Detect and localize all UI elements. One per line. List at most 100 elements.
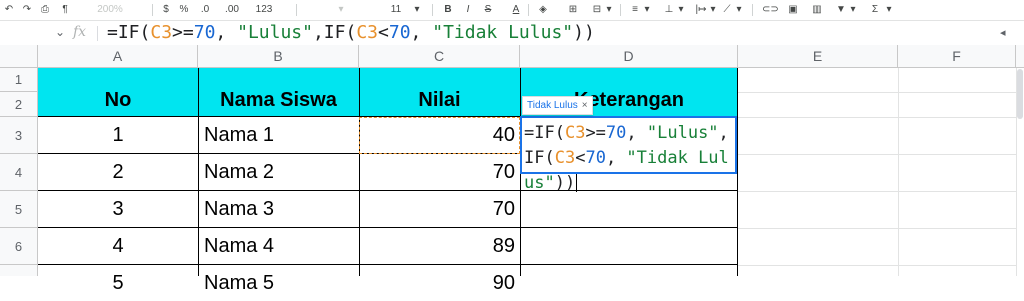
header-nama-siswa: Nama Siswa xyxy=(220,89,337,111)
column-header-d[interactable]: D xyxy=(520,45,738,68)
scrollbar-track[interactable] xyxy=(1016,45,1024,68)
italic-button[interactable]: I xyxy=(462,2,474,18)
text-rotation-chevron-icon[interactable]: ▾ xyxy=(734,2,744,18)
text-color-button[interactable]: A xyxy=(510,2,522,18)
decrease-decimal-button[interactable]: .0 xyxy=(196,2,214,18)
font-family-select[interactable]: ▾ xyxy=(316,2,366,18)
select-all-corner[interactable] xyxy=(0,45,38,68)
insert-link-icon[interactable]: ⊂⊃ xyxy=(762,2,779,18)
formula-token: , xyxy=(410,22,433,43)
formula-token: C3 xyxy=(564,123,586,143)
formula-token: 70 xyxy=(193,22,216,43)
bold-button[interactable]: B xyxy=(442,2,454,18)
formula-token: , xyxy=(626,123,647,143)
cell-a4[interactable]: 2 xyxy=(38,154,198,190)
cell-a3[interactable]: 1 xyxy=(38,117,198,153)
column-header-f[interactable]: F xyxy=(898,45,1016,68)
formula-input[interactable]: =IF(C3>=70, "Lulus",IF(C3<70, "Tidak Lul… xyxy=(107,22,595,44)
text-wrapping-icon[interactable]: |↦ xyxy=(694,2,708,18)
cell-b7[interactable]: Nama 5 xyxy=(204,265,354,301)
cell-a5[interactable]: 3 xyxy=(38,191,198,227)
toolbar-divider xyxy=(432,4,433,16)
merge-cells-icon[interactable]: ⊟ xyxy=(590,2,604,18)
horizontal-align-icon[interactable]: ≡ xyxy=(628,2,642,18)
column-header-c[interactable]: C xyxy=(359,45,520,68)
cell-b5[interactable]: Nama 3 xyxy=(204,191,354,227)
formula-token: C3 xyxy=(150,22,173,43)
number-format-select[interactable]: 123 xyxy=(250,2,278,18)
cell-c7[interactable]: 90 xyxy=(359,265,515,301)
print-icon[interactable]: ⎙ xyxy=(38,2,52,18)
cell-editor-d3[interactable]: =IF(C3>=70, "Lulus",IF(C3<70, "Tidak Lul… xyxy=(520,116,737,193)
percent-button[interactable]: % xyxy=(178,2,190,18)
row-header-6[interactable]: 6 xyxy=(0,228,38,265)
filter-icon[interactable]: ▼ xyxy=(834,2,848,18)
vertical-align-icon[interactable]: ⊥ xyxy=(662,2,676,18)
formula-token: )) xyxy=(554,173,576,193)
row-header-7[interactable] xyxy=(0,265,38,276)
cell-a7[interactable]: 5 xyxy=(38,265,198,301)
paint-format-icon[interactable]: ¶ xyxy=(58,2,72,18)
font-size-chevron-icon[interactable]: ▾ xyxy=(412,2,422,18)
vertical-scrollbar-thumb[interactable] xyxy=(1017,69,1023,119)
formula-token: 70 xyxy=(388,22,411,43)
row-header-1[interactable]: 1 xyxy=(0,68,38,92)
font-size-select[interactable]: 11 xyxy=(386,2,406,18)
cell-c4[interactable]: 70 xyxy=(359,154,515,190)
row-header-2[interactable]: 2 xyxy=(0,92,38,117)
insert-comment-icon[interactable]: ▣ xyxy=(786,2,800,18)
row-header-5[interactable]: 5 xyxy=(0,191,38,228)
expand-formula-bar-icon[interactable]: ◂ xyxy=(1000,26,1006,39)
formula-token: , xyxy=(605,148,627,168)
row-header-3[interactable]: 3 xyxy=(0,117,38,154)
borders-icon[interactable]: ⊞ xyxy=(566,2,580,18)
formula-token: >= xyxy=(172,22,194,43)
header-nilai: Nilai xyxy=(418,89,461,111)
redo-icon[interactable]: ↷ xyxy=(20,2,34,18)
strikethrough-button[interactable]: S xyxy=(482,2,494,18)
close-icon[interactable]: × xyxy=(582,100,588,111)
undo-icon[interactable]: ↶ xyxy=(2,2,16,18)
formula-token: C3 xyxy=(554,148,576,168)
functions-chevron-icon[interactable]: ▾ xyxy=(884,2,894,18)
cell-b4[interactable]: Nama 2 xyxy=(204,154,354,190)
functions-button[interactable]: Σ xyxy=(868,2,882,18)
header-no: No xyxy=(104,89,132,111)
formula-token: )) xyxy=(573,22,595,43)
formula-token: < xyxy=(575,148,586,168)
cell-b3[interactable]: Nama 1 xyxy=(204,117,354,153)
formula-reference-highlight xyxy=(359,117,520,154)
formula-bar-divider xyxy=(97,26,98,41)
horizontal-align-chevron-icon[interactable]: ▾ xyxy=(642,2,652,18)
formula-result-preview: Tidak Lulus × xyxy=(522,96,593,115)
formula-token: 70 xyxy=(585,148,606,168)
filter-chevron-icon[interactable]: ▾ xyxy=(848,2,858,18)
increase-decimal-button[interactable]: .00 xyxy=(220,2,244,18)
formula-token: ,IF( xyxy=(312,22,357,43)
text-wrapping-chevron-icon[interactable]: ▾ xyxy=(708,2,718,18)
formula-token: =IF( xyxy=(524,123,565,143)
cell-a6[interactable]: 4 xyxy=(38,228,198,264)
cell-b6[interactable]: Nama 4 xyxy=(204,228,354,264)
name-box-chevron-icon[interactable]: ⌄ xyxy=(55,25,65,39)
table-border xyxy=(198,68,199,276)
insert-chart-icon[interactable]: ▥ xyxy=(810,2,824,18)
vertical-align-chevron-icon[interactable]: ▾ xyxy=(676,2,686,18)
toolbar-divider xyxy=(296,4,297,16)
zoom-select[interactable]: 200% xyxy=(90,2,130,18)
row-header-4[interactable]: 4 xyxy=(0,154,38,191)
column-header-e[interactable]: E xyxy=(738,45,898,68)
cell-c6[interactable]: 89 xyxy=(359,228,515,264)
formula-token: >= xyxy=(585,123,606,143)
column-header-b[interactable]: B xyxy=(198,45,359,68)
column-header-a[interactable]: A xyxy=(38,45,198,68)
fill-color-icon[interactable]: ◈ xyxy=(536,2,550,18)
text-rotation-icon[interactable]: ⟋ xyxy=(720,2,734,18)
formula-bar: ⌄ fx =IF(C3>=70, "Lulus",IF(C3<70, "Tida… xyxy=(0,21,1024,46)
gridline xyxy=(738,154,1016,155)
toolbar: ↶ ↷ ⎙ ¶ 200% $ % .0 .00 123 ▾ 11 ▾ B I S… xyxy=(0,0,1024,21)
currency-button[interactable]: $ xyxy=(160,2,172,18)
cell-c5[interactable]: 70 xyxy=(359,191,515,227)
merge-chevron-icon[interactable]: ▾ xyxy=(604,2,614,18)
gridline xyxy=(738,92,1016,93)
